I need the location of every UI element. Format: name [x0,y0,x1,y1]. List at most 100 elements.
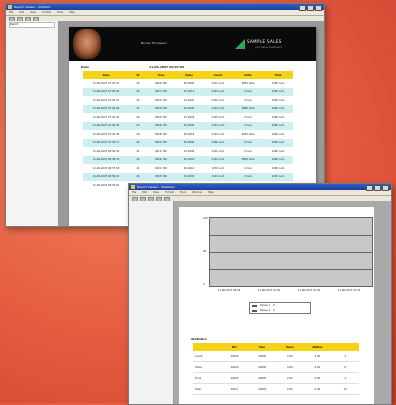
y-tick-label: 50 [203,250,207,253]
window-controls[interactable] [366,185,389,191]
table-row: 11-06-2007 07:00:00 41 0007:740 41:2012 1230… [83,87,293,96]
table-cell: 42 [136,98,140,102]
table-cell: 41 [136,166,140,170]
minimize-icon[interactable] [366,185,373,191]
table-cell: 1260 num [271,115,285,119]
table-cell: 2 hour [233,172,263,181]
statistics-title: Statistics [191,337,207,341]
stats-cell: 8 [331,361,359,373]
table-cell: 1210 num [203,121,233,130]
table-row: 11-06-2007 07:05:22 42 0001:740 41:2020 1200… [83,96,293,105]
report-window-statistics[interactable]: Report Viewer - Statistics File Edit Vie… [128,183,392,405]
menu-format[interactable]: Format [165,190,174,195]
table-cell: 0001:740 [155,166,167,170]
logo-tagline: your sales dashboard [255,46,282,49]
maximize-icon[interactable] [307,5,314,11]
menu-view[interactable]: View [153,190,159,195]
minimize-icon[interactable] [299,5,306,11]
menu-help[interactable]: Help [208,190,214,195]
column-header: Mean [275,343,304,351]
table-cell: 2850 total [241,81,255,85]
window-controls[interactable] [299,5,322,11]
table-cell: 1200 num [203,138,233,147]
table-cell: 11-06-2007 07:07:21 [92,81,120,85]
stats-cell: Total [193,383,221,395]
menu-format[interactable]: Format [42,10,51,15]
table-cell: 1260 num [263,87,293,96]
stats-cell: 20000 [248,351,276,362]
close-icon[interactable] [382,185,389,191]
table-cell: 41:2020 [183,98,195,102]
window-title: Report Viewer - Untitled [14,5,50,9]
table-cell: 11-06-2007 07:03:32 [92,115,120,119]
table-cell: 1210 num [211,81,225,85]
table-cell: 2 hour [233,138,263,147]
table-cell: 40:2016 [183,132,195,136]
legend-entry: Series 2 0 [250,308,310,313]
tree-item-report[interactable]: Report [9,22,55,28]
table-cell: 2 hour [243,115,253,119]
legend-swatch [252,305,257,307]
table-cell: 2 hour [233,121,263,130]
table-cell: 40:2000 [175,138,203,147]
table-cell: 1260 num [271,81,285,85]
menu-help[interactable]: Help [69,10,75,15]
table-cell: 1260 num [271,149,285,153]
app-icon [8,5,12,9]
column-header [193,343,221,351]
stats-cell: 0.00 [303,361,332,373]
table-cell: 2860 total [233,104,263,113]
x-tick-label: 11-06-2007 07:05 [297,289,321,292]
title-bar[interactable]: Report Viewer - Untitled [6,4,324,11]
table-cell: 1260 num [263,172,293,181]
menu-tools[interactable]: Tools [180,190,186,195]
table-cell: 2850 total [233,155,263,164]
logo-icon [235,39,245,49]
table-cell: 1230 num [211,166,225,170]
table-row: 11-06-2007 06:56:22 40 0003:740 41:2000 1210… [83,172,293,181]
stats-cell: 0.00 [303,372,332,384]
stats-cell: 4.00 [275,361,304,373]
legend-label: Series 2 [260,309,271,312]
menu-view[interactable]: View [30,10,36,15]
menu-edit[interactable]: Edit [19,10,24,15]
menu-file[interactable]: File [132,190,136,195]
window-title: Report Viewer - Statistics [137,185,175,189]
table-cell: 0000:740 [155,81,167,85]
table-cell: 1260 num [263,104,293,113]
stats-cell: 20000 [220,351,249,362]
navigation-panel [129,201,174,404]
table-cell: 11-06-2007 06:55:00 [92,183,120,187]
table-cell: 41 [136,149,140,153]
close-icon[interactable] [315,5,322,11]
column-header: Count [203,71,233,79]
y-tick-label: 100 [203,217,208,220]
menu-window[interactable]: Window [192,190,202,195]
legend-swatch [252,310,257,312]
table-cell: 0007:740 [147,87,175,96]
table-cell: 1260 num [263,155,293,164]
report-label: Date [81,65,89,69]
table-row: 11-06-2007 06:57:18 41 0001:740 40:2012 1230… [83,164,293,173]
table-cell: 11-06-2007 07:01:06 [92,132,120,136]
table-cell: 0006:740 [147,121,175,130]
table-cell: 41 [129,87,147,96]
statistics-table: Min Max Mean StdDev Count 20000 20000 2.00 0.00… [193,343,359,395]
menu-file[interactable]: File [9,10,13,15]
table-cell: 41:2000 [175,121,203,130]
table-cell: 0003:740 [147,172,175,181]
stats-cell: 2.00 [275,351,304,362]
stats-row: Count 20000 20000 2.00 0.00 4 [193,351,359,362]
table-cell: 40 [129,138,147,147]
title-bar[interactable]: Report Viewer - Statistics [129,184,391,191]
stats-cell: 0.00 [303,383,332,395]
x-tick-label: 11-06-2007 07:10 [337,289,361,292]
menu-tools[interactable]: Tools [57,10,63,15]
report-header: Date 11-06-2007 00:07:00 [69,61,316,71]
table-cell: 1260 num [271,166,285,170]
maximize-icon[interactable] [374,185,381,191]
menu-edit[interactable]: Edit [142,190,147,195]
stats-cell: 4 [331,372,359,384]
chart-legend: Series 1 0 Series 2 0 [249,302,311,314]
column-header: Total [263,71,293,79]
